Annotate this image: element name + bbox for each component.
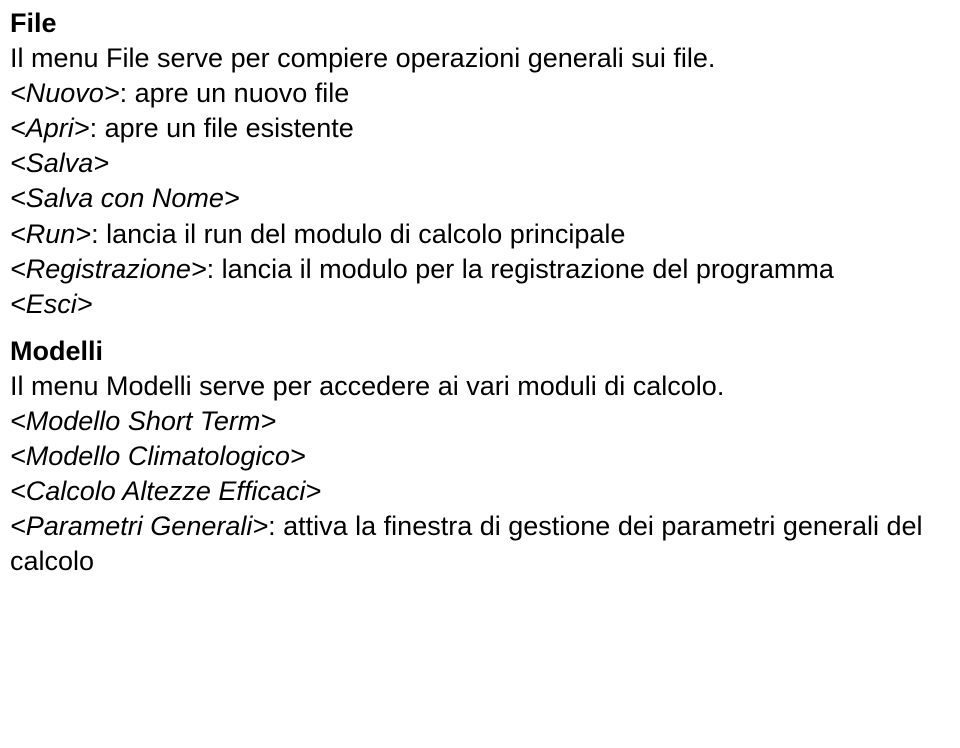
desc-run: : lancia il run del modulo di calcolo pr…: [91, 219, 625, 249]
label-run: <Run>: [10, 219, 91, 249]
item-esci: <Esci>: [10, 287, 950, 322]
file-intro: Il menu File serve per compiere operazio…: [10, 41, 950, 76]
section-heading-modelli: Modelli: [10, 334, 950, 369]
label-reg: <Registrazione>: [10, 254, 207, 284]
item-salva-nome: <Salva con Nome>: [10, 181, 950, 216]
label-apri: <Apri>: [10, 113, 90, 143]
document-page: File Il menu File serve per compiere ope…: [0, 0, 960, 590]
item-reg: <Registrazione>: lancia il modulo per la…: [10, 252, 950, 287]
section-spacer: [10, 322, 950, 334]
item-parametri: <Parametri Generali>: attiva la finestra…: [10, 509, 950, 579]
desc-reg: : lancia il modulo per la registrazione …: [207, 254, 834, 284]
item-nuovo: <Nuovo>: apre un nuovo file: [10, 76, 950, 111]
modelli-intro: Il menu Modelli serve per accedere ai va…: [10, 369, 950, 404]
item-climatologico: <Modello Climatologico>: [10, 439, 950, 474]
desc-apri: : apre un file esistente: [90, 113, 354, 143]
label-nuovo: <Nuovo>: [10, 78, 120, 108]
item-salva: <Salva>: [10, 146, 950, 181]
section-heading-file: File: [10, 6, 950, 41]
label-parametri: <Parametri Generali>: [10, 511, 268, 541]
item-run: <Run>: lancia il run del modulo di calco…: [10, 217, 950, 252]
desc-nuovo: : apre un nuovo file: [120, 78, 350, 108]
item-apri: <Apri>: apre un file esistente: [10, 111, 950, 146]
item-altezze: <Calcolo Altezze Efficaci>: [10, 474, 950, 509]
item-short-term: <Modello Short Term>: [10, 404, 950, 439]
